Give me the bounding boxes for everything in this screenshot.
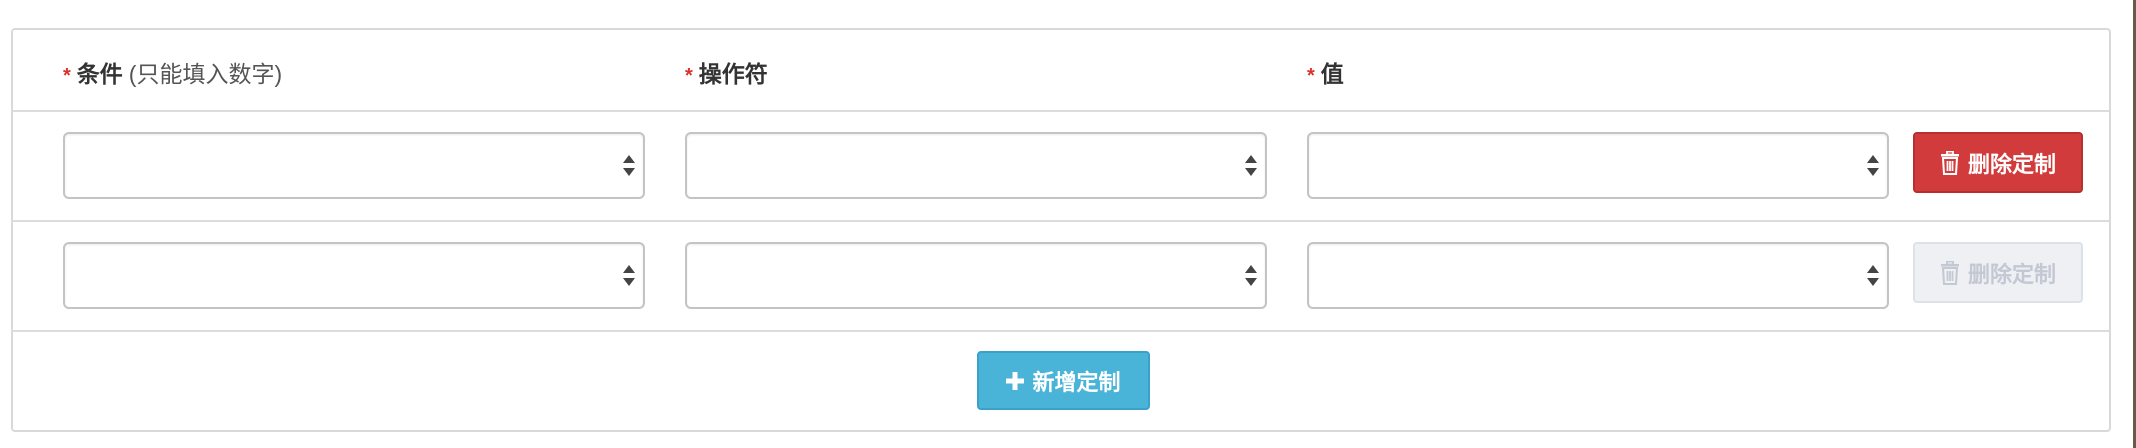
delete-button-label: 删除定制: [1967, 151, 2056, 177]
trash-icon: [1940, 150, 1959, 175]
table-row: 删除定制: [13, 222, 2109, 332]
add-button-label: 新增定制: [1032, 369, 1121, 395]
select-arrows-icon: [1245, 155, 1257, 179]
select-arrows-icon: [623, 265, 635, 289]
required-mark: *: [685, 65, 693, 87]
header-value-label: 值: [1320, 61, 1344, 87]
header-condition-label: 条件: [76, 61, 123, 87]
header-value: * 值: [1307, 55, 1344, 89]
select-arrows-icon: [1245, 265, 1257, 289]
condition-select[interactable]: [63, 242, 645, 309]
header-condition: * 条件 (只能填入数字): [63, 55, 282, 89]
operator-select[interactable]: [685, 132, 1267, 199]
delete-customization-button[interactable]: 删除定制: [1913, 132, 2083, 193]
table-footer: 新增定制: [13, 332, 2109, 430]
add-customization-button[interactable]: 新增定制: [977, 351, 1150, 410]
select-arrows-icon: [1867, 155, 1879, 179]
required-mark: *: [63, 65, 71, 87]
plus-icon: [1006, 371, 1025, 390]
delete-customization-button-disabled[interactable]: 删除定制: [1913, 242, 2083, 303]
value-select[interactable]: [1307, 132, 1889, 199]
required-mark: *: [1307, 65, 1315, 87]
header-condition-hint: (只能填入数字): [128, 61, 283, 87]
table-row: 删除定制: [13, 112, 2109, 222]
select-arrows-icon: [623, 155, 635, 179]
select-arrows-icon: [1867, 265, 1879, 289]
operator-select[interactable]: [685, 242, 1267, 309]
trash-icon: [1940, 260, 1959, 285]
condition-select[interactable]: [63, 132, 645, 199]
header-operator-label: 操作符: [698, 61, 768, 87]
delete-button-label: 删除定制: [1967, 261, 2056, 287]
customization-panel: * 条件 (只能填入数字) * 操作符 * 值 删除定制 删除定制 新增定制: [11, 28, 2111, 432]
value-select[interactable]: [1307, 242, 1889, 309]
header-operator: * 操作符: [685, 55, 768, 89]
table-header: * 条件 (只能填入数字) * 操作符 * 值: [13, 30, 2109, 112]
